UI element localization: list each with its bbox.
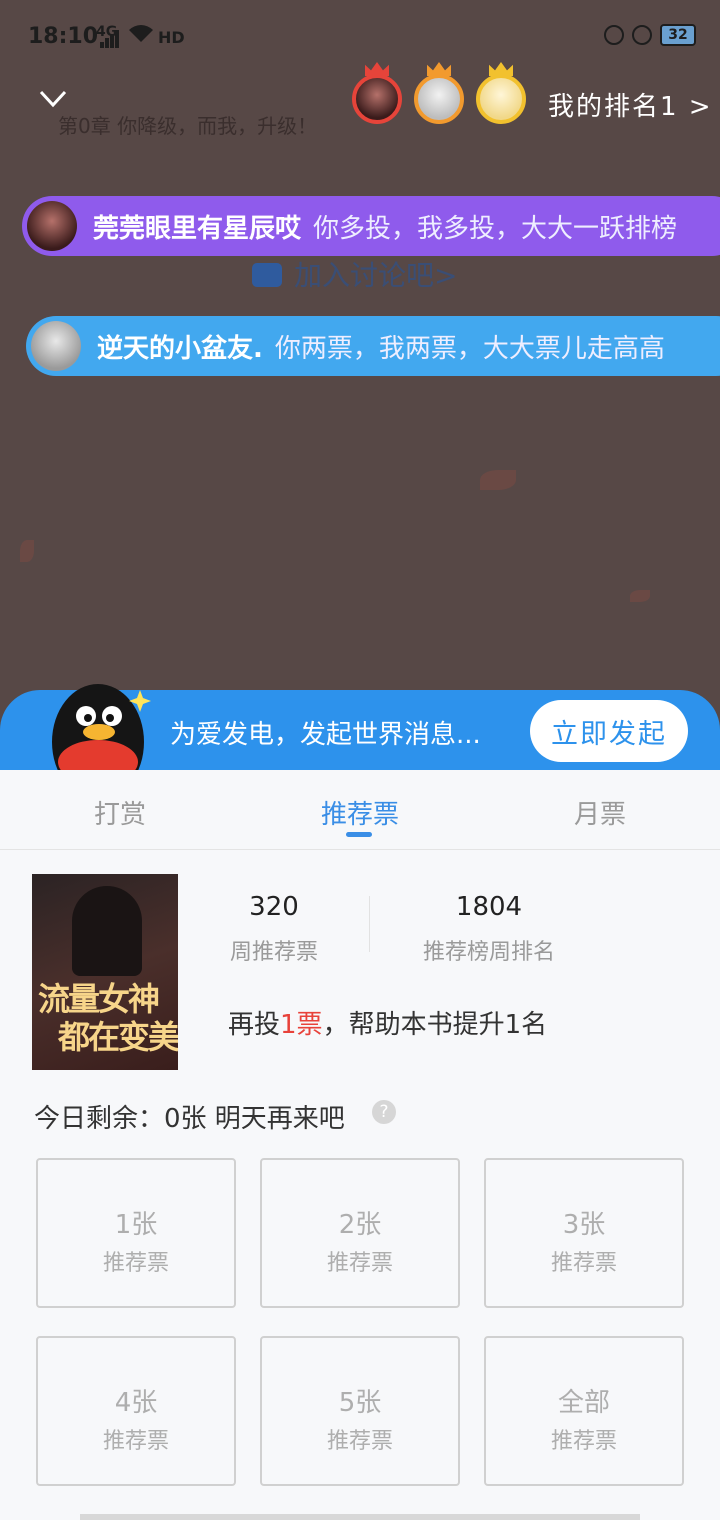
ticket-option-2[interactable]: 2张 推荐票	[260, 1158, 460, 1308]
chapter-title: 第0章 你降级，而我，升级！	[58, 114, 318, 138]
weekly-rank-label: 推荐榜周排名	[422, 940, 555, 965]
weekly-votes-stat: 320 周推荐票	[214, 892, 334, 966]
weekly-votes-value: 320	[249, 892, 299, 922]
launch-now-button[interactable]: 立即发起	[530, 700, 688, 762]
tab-monthly-ticket[interactable]: 月票	[530, 794, 670, 831]
bottom-action-bar	[80, 1514, 640, 1520]
alarm-icon	[632, 25, 652, 45]
vote-tabs: 打赏 推荐票 月票	[0, 770, 720, 850]
danmaku-user: 莞莞眼里有星辰哎	[93, 213, 302, 244]
vote-hint: 再投1票，帮助本书提升1名	[228, 1010, 548, 1040]
top-voter-avatar-3[interactable]	[476, 62, 526, 124]
divider	[369, 896, 370, 952]
cover-title-line2: 都在变美	[58, 1018, 178, 1056]
avatar	[352, 74, 402, 124]
wifi-icon	[129, 25, 153, 42]
danmaku-bubble: 莞莞眼里有星辰哎 你多投，我多投，大大一跃排榜	[22, 196, 720, 256]
avatar	[476, 74, 526, 124]
my-rank-link[interactable]: 我的排名1 >	[548, 86, 713, 123]
avatar	[414, 74, 464, 124]
tab-reward[interactable]: 打赏	[50, 794, 190, 831]
petal-decoration	[480, 470, 516, 490]
tab-indicator	[346, 832, 372, 837]
petal-decoration	[20, 540, 34, 562]
join-discussion-label: 加入讨论吧>	[294, 259, 458, 292]
lock-rotation-icon	[604, 25, 624, 45]
top-voter-avatar-2[interactable]	[414, 62, 464, 124]
ticket-option-5[interactable]: 5张 推荐票	[260, 1336, 460, 1486]
hint-count: 1票	[280, 1010, 323, 1040]
weekly-votes-label: 周推荐票	[229, 940, 318, 965]
danmaku-bubble: 逆天的小盆友. 你两票，我两票，大大票儿走高高	[26, 316, 720, 376]
petal-decoration	[630, 590, 650, 602]
banner-text: 为爱发电，发起世界消息...	[170, 720, 481, 750]
danmaku-message: 你两票，我两票，大大票儿走高高	[274, 333, 665, 364]
help-icon[interactable]: ?	[372, 1100, 396, 1124]
book-cover: 流量女神 都在变美	[32, 874, 178, 1070]
hd-badge: HD	[158, 28, 185, 47]
danmaku-user: 逆天的小盆友.	[97, 333, 263, 364]
vote-panel: 打赏 推荐票 月票 流量女神 都在变美 320 周推荐票 1804 推荐榜周排名…	[0, 770, 720, 1520]
ticket-option-all[interactable]: 全部 推荐票	[484, 1336, 684, 1486]
avatar	[27, 201, 77, 251]
chat-bubble-icon	[252, 263, 282, 287]
battery-indicator: 32	[660, 24, 696, 46]
top-voter-avatar-1[interactable]	[352, 62, 402, 124]
join-discussion-link[interactable]: 加入讨论吧>	[252, 254, 457, 294]
top-voters[interactable]	[352, 62, 526, 124]
avatar	[31, 321, 81, 371]
tab-recommend-ticket[interactable]: 推荐票	[290, 794, 430, 831]
ticket-option-4[interactable]: 4张 推荐票	[36, 1336, 236, 1486]
remaining-tickets: 今日剩余：0张 明天再来吧	[34, 1104, 345, 1134]
ticket-option-1[interactable]: 1张 推荐票	[36, 1158, 236, 1308]
status-time: 18:10	[28, 24, 99, 49]
danmaku-message: 你多投，我多投，大大一跃排榜	[313, 213, 678, 244]
chevron-down-icon[interactable]	[38, 88, 68, 110]
ticket-option-3[interactable]: 3张 推荐票	[484, 1158, 684, 1308]
penguin-mascot-icon	[52, 684, 151, 776]
signal-icon	[100, 30, 122, 48]
weekly-rank-value: 1804	[455, 892, 523, 922]
weekly-rank-stat: 1804 推荐榜周排名	[404, 892, 574, 966]
